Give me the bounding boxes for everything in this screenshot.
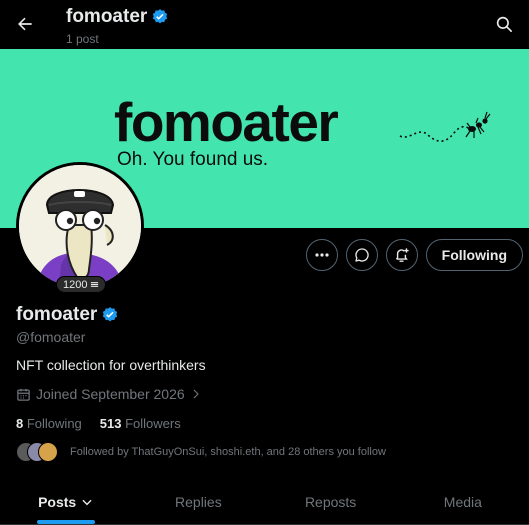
back-button[interactable] xyxy=(10,9,40,39)
profile-tabs: Posts Replies Reposts Media xyxy=(0,479,529,525)
profile-name-row: fomoater xyxy=(16,304,119,326)
sui-token-icon xyxy=(91,282,99,287)
chevron-right-icon xyxy=(193,389,199,399)
tab-media-label: Media xyxy=(443,493,482,510)
tab-media[interactable]: Media xyxy=(397,479,529,524)
tab-reposts[interactable]: Reposts xyxy=(265,479,397,524)
verified-badge-icon[interactable] xyxy=(101,306,119,324)
profile-handle: @fomoater xyxy=(16,329,86,345)
banner-logo-text: fomoater xyxy=(114,91,339,153)
following-count-link[interactable]: 8 Following xyxy=(16,416,82,431)
followers-label: Followers xyxy=(125,416,181,431)
message-bubble-icon xyxy=(355,248,369,262)
tab-posts[interactable]: Posts xyxy=(0,479,132,524)
profile-actions: Following xyxy=(305,239,523,271)
followed-by-row[interactable]: Followed by ThatGuyOnSui, shoshi.eth, an… xyxy=(16,442,386,462)
followed-by-avatars xyxy=(16,442,58,462)
following-button[interactable]: Following xyxy=(425,239,523,271)
followers-count: 513 xyxy=(99,416,122,431)
tab-replies[interactable]: Replies xyxy=(132,479,264,524)
tab-reposts-label: Reposts xyxy=(304,493,357,510)
post-count: 1 post xyxy=(66,32,99,46)
header-title: fomoater xyxy=(66,6,148,27)
more-options-button[interactable] xyxy=(305,239,338,271)
following-label: Following xyxy=(26,416,82,431)
more-dots-icon xyxy=(315,253,329,257)
avatar-badge[interactable]: 1200 xyxy=(56,276,107,293)
banner-tagline: Oh. You found us. xyxy=(117,149,269,170)
calendar-icon xyxy=(17,388,30,401)
profile-name: fomoater xyxy=(16,304,98,325)
tab-posts-label: Posts xyxy=(38,493,77,510)
joined-date[interactable]: Joined September 2026 xyxy=(16,386,202,402)
arrow-left-icon xyxy=(18,17,32,31)
followers-count-link[interactable]: 513 Followers xyxy=(100,416,181,431)
following-count: 8 xyxy=(16,416,24,431)
notifications-button[interactable] xyxy=(385,239,418,271)
profile-bio: NFT collection for overthinkers xyxy=(16,357,206,373)
chevron-down-icon xyxy=(82,499,92,505)
ant-illustration-icon xyxy=(399,111,491,142)
mini-avatar xyxy=(38,442,58,462)
avatar-badge-value: 1200 xyxy=(63,278,88,291)
avatar-illustration xyxy=(19,165,141,287)
header-title-group: fomoater 1 post xyxy=(66,6,169,46)
message-button[interactable] xyxy=(345,239,378,271)
tab-replies-label: Replies xyxy=(175,493,222,510)
joined-text: Joined September 2026 xyxy=(36,386,185,402)
profile-avatar[interactable] xyxy=(16,162,144,290)
search-icon xyxy=(496,16,512,32)
search-button[interactable] xyxy=(489,9,519,39)
followed-by-text: Followed by ThatGuyOnSui, shoshi.eth, an… xyxy=(70,446,386,458)
active-tab-indicator xyxy=(37,520,96,524)
verified-badge-icon xyxy=(153,9,168,24)
top-bar: fomoater 1 post xyxy=(0,0,529,49)
bell-plus-icon xyxy=(396,247,409,262)
follow-stats: 8 Following 513 Followers xyxy=(16,416,181,431)
